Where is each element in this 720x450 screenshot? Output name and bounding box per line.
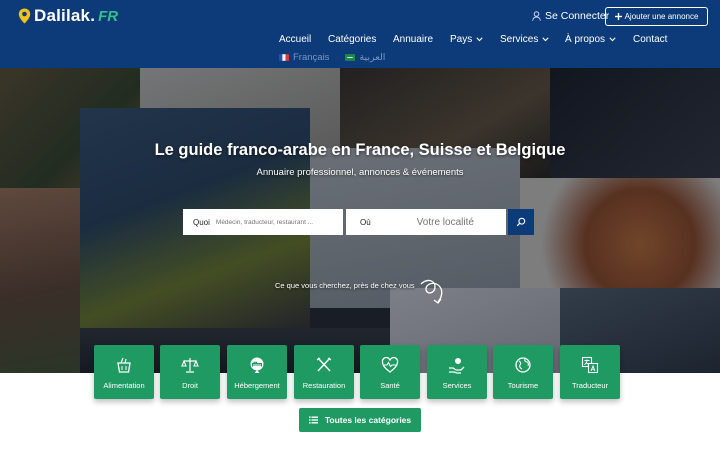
login-link[interactable]: Se Connecter	[532, 10, 609, 22]
category-label: Alimentation	[103, 381, 145, 390]
main-nav: Accueil Catégories Annuaire Pays Service…	[0, 34, 720, 48]
search-button[interactable]	[508, 209, 534, 235]
category-label: Hébergement	[234, 381, 280, 390]
language-switcher: Français العربية	[279, 52, 385, 63]
fr-flag-icon	[279, 54, 289, 61]
what-input[interactable]	[215, 218, 326, 226]
language-option-fr[interactable]: Français	[279, 52, 329, 63]
curly-arrow-icon	[420, 279, 443, 304]
login-label: Se Connecter	[545, 10, 610, 22]
add-listing-button[interactable]: Ajouter une annonce	[605, 7, 708, 26]
category-label: Services	[442, 381, 472, 390]
nav-label: Services	[500, 34, 539, 45]
nav-label: Contact	[633, 34, 668, 45]
scales-icon	[181, 358, 199, 373]
bed-icon	[250, 357, 264, 373]
where-input[interactable]	[416, 216, 507, 228]
where-label: Où	[360, 217, 371, 227]
all-categories-label: Toutes les catégories	[324, 415, 412, 425]
site-logo[interactable]: Dalilak. FR	[18, 6, 118, 26]
plus-icon	[614, 13, 622, 20]
all-categories-button[interactable]: Toutes les catégories	[299, 408, 421, 432]
nav-label: Annuaire	[393, 34, 434, 45]
chevron-down-icon	[609, 37, 616, 42]
globe-icon	[515, 357, 531, 373]
list-icon	[308, 416, 318, 424]
heart-pulse-icon	[381, 356, 399, 373]
nav-item-categories[interactable]: Catégories	[328, 34, 376, 45]
category-tile-alimentation[interactable]: Alimentation	[94, 345, 154, 399]
where-search-field[interactable]: Où	[346, 209, 507, 235]
add-listing-label: Ajouter une annonce	[624, 12, 699, 21]
category-tile-hebergement[interactable]: Hébergement	[227, 345, 287, 399]
what-search-field[interactable]: Quoi	[183, 209, 343, 235]
nav-item-annuaire[interactable]: Annuaire	[393, 34, 433, 45]
category-tile-tourisme[interactable]: Tourisme	[493, 345, 553, 399]
translate-icon	[581, 356, 599, 374]
logo-suffix: FR	[98, 7, 119, 25]
category-tile-traducteur[interactable]: Traducteur	[560, 345, 620, 399]
nav-item-a-propos[interactable]: À propos	[565, 34, 616, 45]
search-hint: Ce que vous cherchez, près de chez vous	[275, 281, 415, 290]
logo-wordmark: Dalilak.	[34, 6, 96, 25]
nav-label: Pays	[450, 34, 473, 45]
nav-label: Accueil	[279, 34, 312, 45]
category-tile-droit[interactable]: Droit	[160, 345, 220, 399]
chevron-down-icon	[476, 37, 483, 42]
user-icon	[532, 11, 541, 21]
language-label: العربية	[359, 52, 386, 63]
nav-item-services[interactable]: Services	[500, 34, 549, 45]
hero-title: Le guide franco-arabe en France, Suisse …	[154, 141, 566, 159]
language-option-ar[interactable]: العربية	[345, 52, 385, 63]
language-label: Français	[293, 52, 330, 63]
category-tile-sante[interactable]: Santé	[360, 345, 420, 399]
nav-label: À propos	[565, 34, 606, 45]
nav-item-accueil[interactable]: Accueil	[279, 34, 311, 45]
site-header: Dalilak. FR Se Connecter Ajouter une ann…	[0, 0, 720, 68]
grocery-basket-icon	[117, 357, 131, 373]
category-label: Droit	[182, 381, 198, 390]
category-label: Santé	[380, 381, 400, 390]
search-icon	[516, 217, 526, 227]
location-pin-icon	[18, 8, 31, 24]
category-label: Restauration	[302, 381, 346, 390]
hand-service-icon	[449, 358, 465, 374]
chevron-down-icon	[542, 37, 549, 42]
nav-item-contact[interactable]: Contact	[633, 34, 667, 45]
category-tile-services[interactable]: Services	[427, 345, 487, 399]
hero-subtitle: Annuaire professionnel, annonces & événe…	[256, 167, 464, 178]
nav-label: Catégories	[328, 34, 377, 45]
what-label: Quoi	[193, 217, 210, 227]
fork-knife-icon	[316, 357, 332, 372]
category-label: Traducteur	[572, 381, 608, 390]
sa-flag-icon	[345, 54, 356, 61]
category-label: Tourisme	[507, 381, 539, 390]
nav-item-pays[interactable]: Pays	[450, 34, 483, 45]
category-tile-restauration[interactable]: Restauration	[294, 345, 354, 399]
